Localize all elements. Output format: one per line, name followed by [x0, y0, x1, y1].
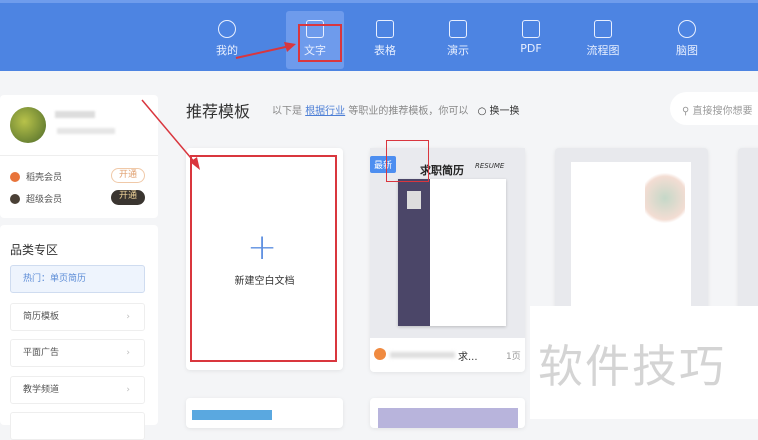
annotation-arrows: [141, 42, 296, 170]
